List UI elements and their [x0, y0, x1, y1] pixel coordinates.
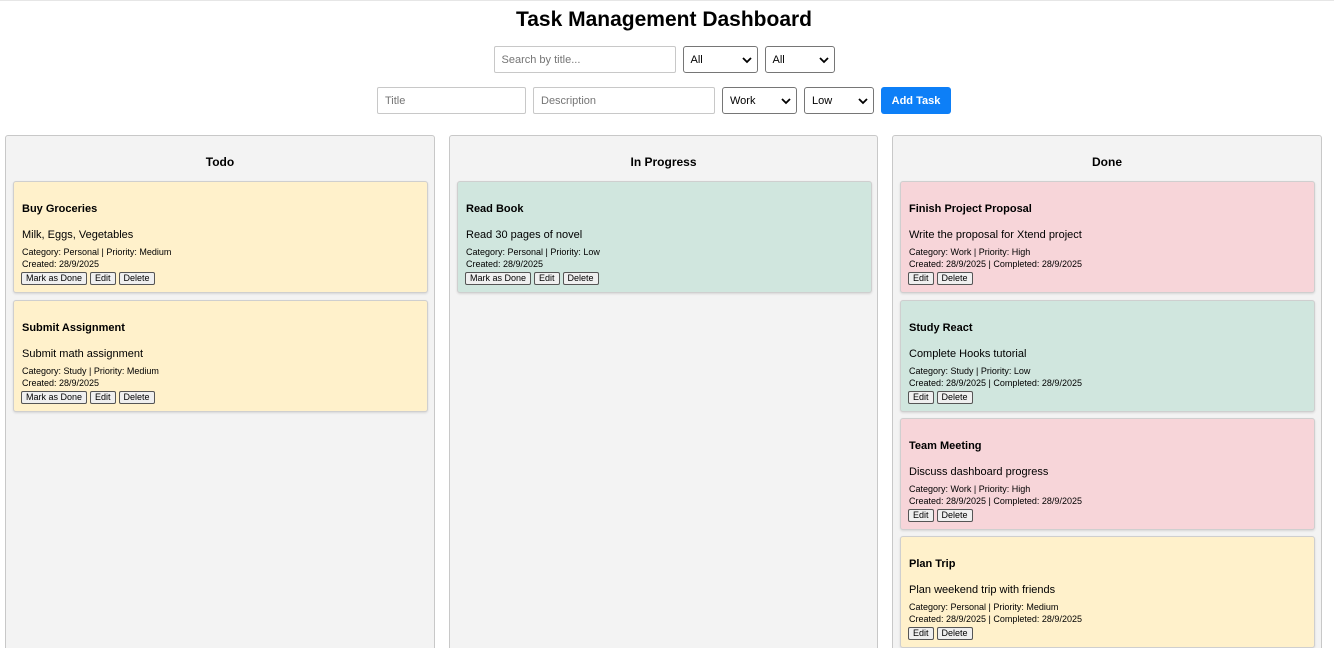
task-card: Submit Assignment Submit math assignment…	[13, 300, 428, 412]
column-title: Todo	[205, 155, 235, 169]
task-dates: Created: 28/9/2025 | Completed: 28/9/202…	[909, 496, 1082, 506]
task-category-priority: Category: Personal | Priority: Medium	[909, 602, 1059, 612]
mark-as-done-button[interactable]: Mark as Done	[21, 391, 88, 404]
delete-button[interactable]: Delete	[118, 391, 155, 404]
column-todo: Todo Buy Groceries Milk, Eggs, Vegetable…	[5, 135, 435, 648]
task-meta: Category: Personal | Priority: Medium Cr…	[22, 246, 171, 270]
task-meta: Category: Study | Priority: Medium Creat…	[22, 365, 159, 389]
task-actions: Edit Delete	[908, 272, 973, 285]
task-description: Read 30 pages of novel	[466, 229, 583, 241]
delete-button[interactable]: Delete	[562, 272, 599, 285]
task-card: Buy Groceries Milk, Eggs, Vegetables Cat…	[13, 181, 428, 293]
task-category-priority: Category: Study | Priority: Low	[909, 366, 1031, 376]
search-input[interactable]	[493, 46, 676, 73]
category-filter-select[interactable]: All	[682, 46, 758, 73]
task-actions: Edit Delete	[908, 391, 973, 404]
task-category-value: Work	[730, 94, 756, 107]
chevron-down-icon	[818, 56, 829, 63]
task-dates: Created: 28/9/2025 | Completed: 28/9/202…	[909, 378, 1082, 388]
task-title: Finish Project Proposal	[909, 203, 1032, 215]
task-title: Buy Groceries	[22, 203, 98, 215]
task-dates: Created: 28/9/2025 | Completed: 28/9/202…	[909, 614, 1082, 624]
edit-button[interactable]: Edit	[90, 391, 116, 404]
page-title: Task Management Dashboard	[515, 8, 813, 31]
task-dates: Created: 28/9/2025 | Completed: 28/9/202…	[909, 259, 1082, 269]
delete-button[interactable]: Delete	[936, 627, 973, 640]
task-title: Plan Trip	[909, 558, 956, 570]
task-title: Submit Assignment	[22, 322, 125, 334]
task-actions: Edit Delete	[908, 509, 973, 522]
task-actions: Mark as Done Edit Delete	[21, 272, 155, 285]
priority-filter-value: All	[772, 53, 785, 66]
task-category-select[interactable]: Work	[722, 87, 797, 114]
task-category-priority: Category: Study | Priority: Medium	[22, 366, 159, 376]
task-meta: Category: Study | Priority: Low Created:…	[909, 365, 1082, 389]
column-title: In Progress	[630, 155, 697, 169]
task-priority-select[interactable]: Low	[804, 87, 874, 114]
chevron-down-icon	[781, 97, 791, 104]
task-card: Study React Complete Hooks tutorial Cate…	[900, 300, 1315, 412]
delete-button[interactable]: Delete	[936, 509, 973, 522]
task-category-priority: Category: Work | Priority: High	[909, 484, 1031, 494]
task-meta: Category: Work | Priority: High Created:…	[909, 483, 1082, 507]
dashboard-page: Task Management Dashboard All All Work L…	[0, 0, 1334, 648]
column-in-progress: In Progress Read Book Read 30 pages of n…	[449, 135, 878, 648]
task-category-priority: Category: Work | Priority: High	[909, 247, 1031, 257]
edit-button[interactable]: Edit	[908, 509, 934, 522]
task-card: Read Book Read 30 pages of novel Categor…	[457, 181, 872, 293]
task-description: Milk, Eggs, Vegetables	[22, 229, 134, 241]
task-description: Discuss dashboard progress	[909, 466, 1049, 478]
task-actions: Edit Delete	[908, 627, 973, 640]
new-task-form: Work Low Add Task	[0, 87, 1328, 114]
filter-bar: All All	[0, 46, 1328, 73]
mark-as-done-button[interactable]: Mark as Done	[21, 272, 88, 285]
task-meta: Category: Personal | Priority: Medium Cr…	[909, 601, 1082, 625]
edit-button[interactable]: Edit	[534, 272, 560, 285]
task-description-input[interactable]	[533, 87, 715, 114]
column-done: Done Finish Project Proposal Write the p…	[892, 135, 1322, 648]
task-dates: Created: 28/9/2025	[22, 378, 100, 388]
task-dates: Created: 28/9/2025	[466, 259, 544, 269]
edit-button[interactable]: Edit	[908, 272, 934, 285]
task-card: Finish Project Proposal Write the propos…	[900, 181, 1315, 293]
task-category-priority: Category: Personal | Priority: Medium	[22, 247, 172, 257]
task-meta: Category: Work | Priority: High Created:…	[909, 246, 1082, 270]
delete-button[interactable]: Delete	[936, 391, 973, 404]
task-meta: Category: Personal | Priority: Low Creat…	[466, 246, 600, 270]
task-priority-value: Low	[812, 94, 833, 107]
mark-as-done-button[interactable]: Mark as Done	[465, 272, 532, 285]
task-category-priority: Category: Personal | Priority: Low	[466, 247, 600, 257]
task-actions: Mark as Done Edit Delete	[465, 272, 599, 285]
chevron-down-icon	[741, 56, 752, 63]
column-title: Done	[1092, 155, 1122, 169]
category-filter-value: All	[690, 53, 703, 66]
task-description: Plan weekend trip with friends	[909, 584, 1056, 596]
task-actions: Mark as Done Edit Delete	[21, 391, 155, 404]
edit-button[interactable]: Edit	[908, 391, 934, 404]
delete-button[interactable]: Delete	[936, 272, 973, 285]
delete-button[interactable]: Delete	[118, 272, 155, 285]
priority-filter-select[interactable]: All	[764, 46, 835, 73]
task-description: Write the proposal for Xtend project	[909, 229, 1082, 241]
task-description: Complete Hooks tutorial	[909, 348, 1027, 360]
task-card: Team Meeting Discuss dashboard progress …	[900, 418, 1315, 530]
task-title: Study React	[909, 322, 973, 334]
edit-button[interactable]: Edit	[908, 627, 934, 640]
task-description: Submit math assignment	[22, 348, 144, 360]
task-card: Plan Trip Plan weekend trip with friends…	[900, 536, 1315, 648]
task-title-input[interactable]	[377, 87, 526, 114]
add-task-button[interactable]: Add Task	[881, 87, 951, 114]
task-title: Read Book	[466, 203, 524, 215]
task-dates: Created: 28/9/2025	[22, 259, 100, 269]
edit-button[interactable]: Edit	[90, 272, 116, 285]
chevron-down-icon	[858, 97, 868, 104]
task-title: Team Meeting	[909, 440, 982, 452]
